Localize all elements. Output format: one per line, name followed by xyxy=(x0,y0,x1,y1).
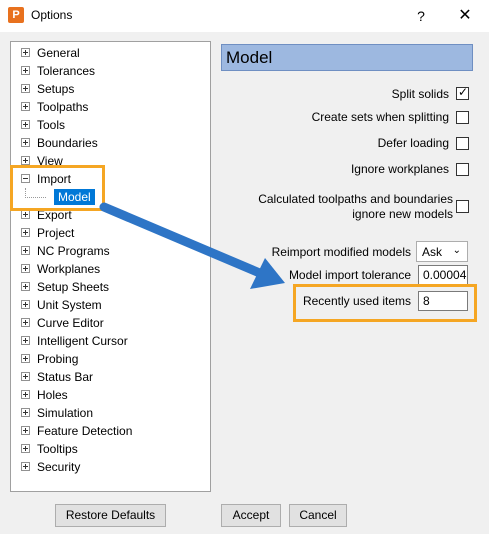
restore-defaults-button[interactable]: Restore Defaults xyxy=(55,504,166,527)
annotation-arrow-icon xyxy=(99,202,285,289)
cancel-button[interactable]: Cancel xyxy=(289,504,347,527)
accept-button[interactable]: Accept xyxy=(221,504,281,527)
